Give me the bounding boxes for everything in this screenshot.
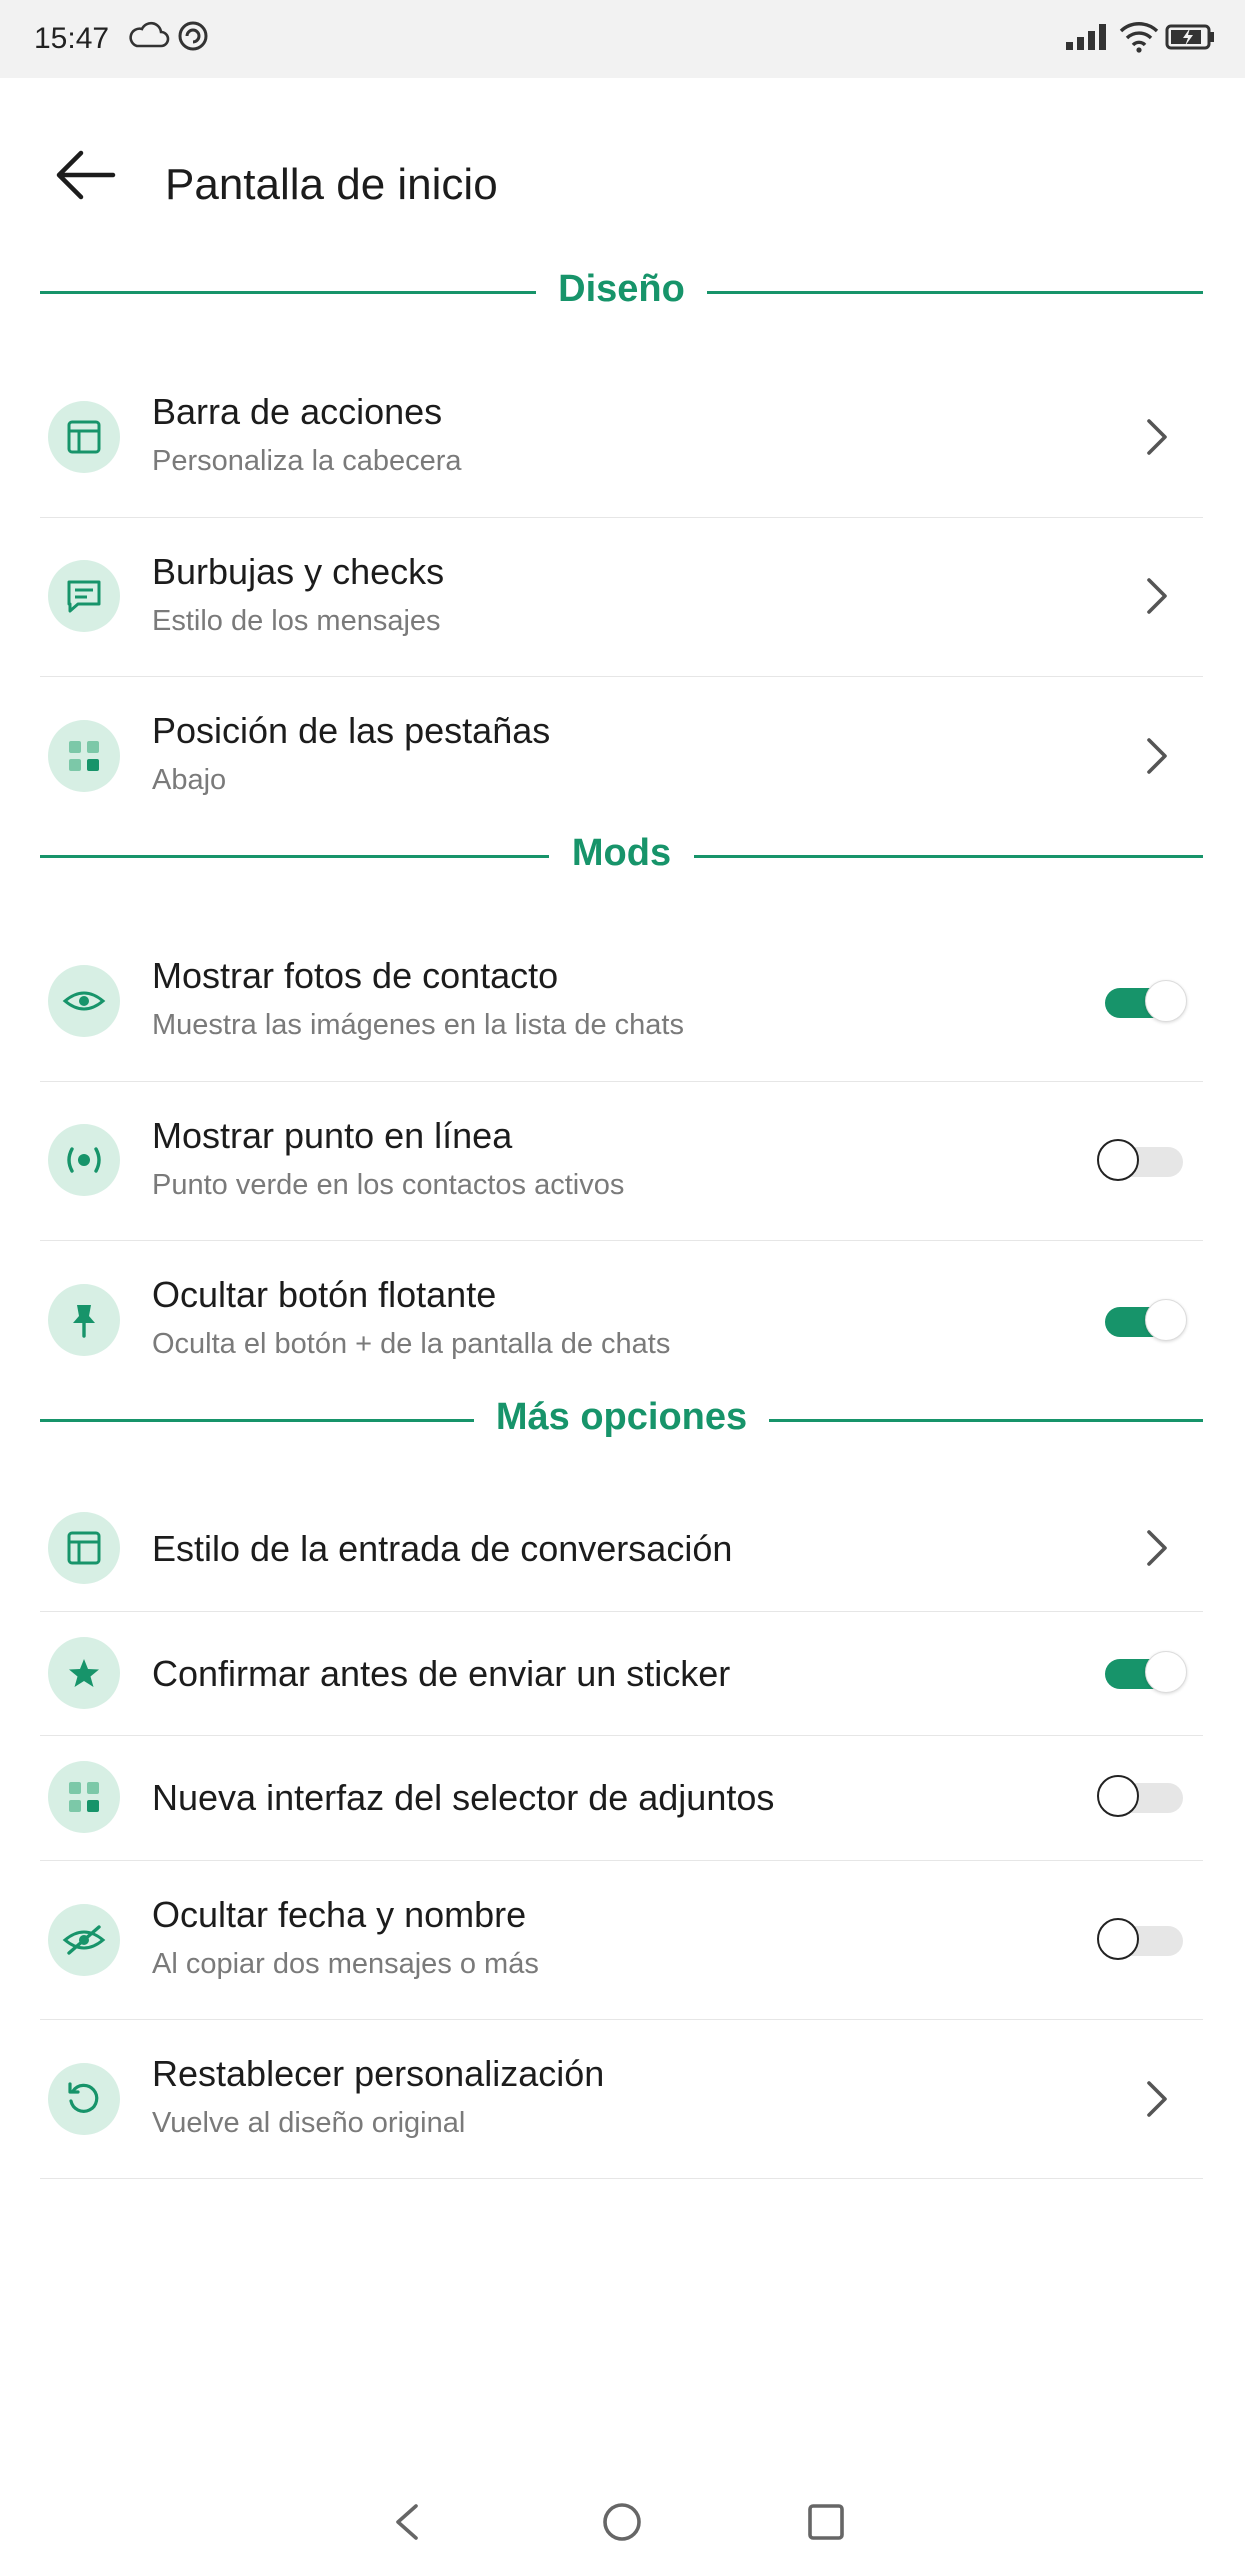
chevron-right-icon (1147, 1530, 1167, 1566)
back-button[interactable] (40, 130, 130, 220)
layout-icon (48, 401, 120, 473)
battery-icon (1165, 24, 1214, 50)
status-right-icons (1064, 18, 1217, 54)
item-subtitle: Punto verde en los contactos activos (152, 1169, 625, 1201)
eye-off-icon (48, 1904, 120, 1976)
nav-recents-button[interactable] (796, 2492, 856, 2552)
status-time: 15:47 (34, 22, 110, 55)
chevron-right-icon (1147, 578, 1167, 614)
message-icon (48, 560, 120, 632)
item-subtitle: Muestra las imágenes en la lista de chat… (152, 1009, 684, 1041)
sticker-confirm-toggle[interactable] (1097, 1651, 1187, 1695)
settings-item-contact-photos[interactable]: Mostrar fotos de contacto Muestra las im… (40, 921, 1203, 1082)
sync-icon (178, 21, 208, 51)
app-bar: Pantalla de inicio (0, 78, 1245, 258)
settings-item-attachment-picker[interactable]: Nueva interfaz del selector de adjuntos (40, 1735, 1203, 1861)
hide-date-name-toggle[interactable] (1097, 1918, 1187, 1962)
pin-icon (48, 1284, 120, 1356)
item-title: Restablecer personalización (152, 2053, 605, 2094)
settings-item-conversation-entry[interactable]: Estilo de la entrada de conversación (40, 1486, 1203, 1612)
settings-item-hide-fab[interactable]: Ocultar botón flotante Oculta el botón +… (40, 1240, 1203, 1399)
settings-item-online-dot[interactable]: Mostrar punto en línea Punto verde en lo… (40, 1081, 1203, 1241)
item-subtitle: Personaliza la cabecera (152, 445, 462, 477)
signal-icon (1066, 24, 1107, 50)
item-subtitle: Abajo (152, 764, 227, 796)
settings-item-hide-date-name[interactable]: Ocultar fecha y nombre Al copiar dos men… (40, 1860, 1203, 2020)
status-bar: 15:47 (0, 0, 1245, 78)
section-title-mods: Mods (549, 832, 694, 874)
contact-photos-toggle[interactable] (1097, 980, 1187, 1024)
item-title: Barra de acciones (152, 391, 443, 432)
chevron-right-icon (1147, 2081, 1167, 2117)
nav-home-button[interactable] (592, 2492, 652, 2552)
item-title: Mostrar punto en línea (152, 1115, 513, 1156)
section-title-design: Diseño (536, 268, 707, 310)
layout-icon (48, 1512, 120, 1584)
settings-item-sticker-confirm[interactable]: Confirmar antes de enviar un sticker (40, 1611, 1203, 1736)
grid-icon (48, 720, 120, 792)
settings-item-action-bar[interactable]: Barra de acciones Personaliza la cabecer… (40, 357, 1203, 518)
settings-item-tab-position[interactable]: Posición de las pestañas Abajo (40, 676, 1203, 835)
item-subtitle: Al copiar dos mensajes o más (152, 1948, 539, 1980)
item-title: Mostrar fotos de contacto (152, 955, 559, 996)
nav-recents-icon (808, 2504, 844, 2540)
attachment-picker-toggle[interactable] (1097, 1775, 1187, 1819)
chevron-right-icon (1147, 419, 1167, 455)
item-subtitle: Vuelve al diseño original (152, 2107, 466, 2139)
section-title-more: Más opciones (473, 1396, 770, 1438)
item-subtitle: Oculta el botón + de la pantalla de chat… (152, 1328, 671, 1360)
cloud-icon (129, 21, 170, 48)
settings-item-bubbles[interactable]: Burbujas y checks Estilo de los mensajes (40, 517, 1203, 677)
item-title: Burbujas y checks (152, 551, 445, 592)
section-header-more: Más opciones (40, 1390, 1203, 1450)
eye-icon (48, 965, 120, 1037)
settings-item-reset[interactable]: Restablecer personalización Vuelve al di… (40, 2019, 1203, 2179)
arrow-left-icon (56, 150, 116, 200)
section-header-design: Diseño (40, 262, 1203, 322)
item-title: Ocultar fecha y nombre (152, 1894, 527, 1935)
item-title: Nueva interfaz del selector de adjuntos (152, 1777, 775, 1818)
nav-back-button[interactable] (378, 2492, 438, 2552)
grid-icon (48, 1761, 120, 1833)
page-title: Pantalla de inicio (165, 160, 498, 209)
hide-fab-toggle[interactable] (1097, 1299, 1187, 1343)
wifi-icon (1119, 22, 1158, 53)
chevron-right-icon (1147, 738, 1167, 774)
item-title: Confirmar antes de enviar un sticker (152, 1653, 731, 1694)
item-title: Ocultar botón flotante (152, 1274, 497, 1315)
nav-home-icon (603, 2503, 641, 2541)
nav-back-icon (396, 2504, 418, 2540)
online-dot-icon (48, 1124, 120, 1196)
star-icon (48, 1637, 120, 1709)
system-nav-bar (0, 2480, 1245, 2560)
item-title: Posición de las pestañas (152, 710, 551, 751)
item-title: Estilo de la entrada de conversación (152, 1528, 733, 1569)
online-dot-toggle[interactable] (1097, 1139, 1187, 1183)
reset-icon (48, 2063, 120, 2135)
section-header-mods: Mods (40, 826, 1203, 886)
item-subtitle: Estilo de los mensajes (152, 605, 441, 637)
status-left-icons (127, 18, 211, 54)
